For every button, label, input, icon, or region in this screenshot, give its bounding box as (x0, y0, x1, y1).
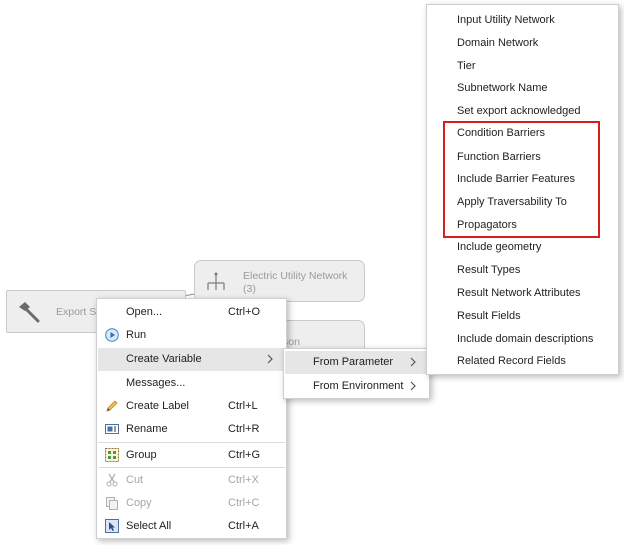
parameter-item[interactable]: Input Utility Network (457, 14, 555, 26)
chevron-right-icon (408, 356, 418, 368)
menu-item-create-variable[interactable]: Create Variable (98, 348, 285, 371)
menu-item-shortcut: Ctrl+G (228, 449, 261, 461)
parameter-item[interactable]: Subnetwork Name (457, 82, 548, 94)
menu-item-copy[interactable]: Copy Ctrl+C (98, 492, 285, 515)
chevron-right-icon (265, 353, 275, 365)
menu-item-rename[interactable]: Rename Ctrl+R (98, 418, 285, 441)
menu-item-shortcut: Ctrl+A (228, 520, 259, 532)
submenu-item-label: From Environment (313, 380, 404, 392)
parameter-item[interactable]: Related Record Fields (457, 355, 566, 367)
network-icon (205, 271, 227, 293)
menu-item-label: Copy (126, 497, 152, 509)
electric-utility-network-node[interactable]: Electric Utility Network (3) (194, 260, 365, 302)
parameter-item[interactable]: Include domain descriptions (457, 333, 593, 345)
menu-item-label: Select All (126, 520, 172, 532)
parameter-item[interactable]: Domain Network (457, 37, 538, 49)
network-node-title: Electric Utility Network (243, 270, 348, 282)
menu-item-run[interactable]: Run (98, 324, 285, 347)
menu-item-label: Open... (126, 306, 163, 318)
parameter-item[interactable]: Result Types (457, 264, 520, 276)
parameter-item[interactable]: Include geometry (457, 241, 541, 253)
menu-item-label: Run (126, 329, 147, 341)
barrier-parameters-highlight (443, 121, 600, 238)
hammer-icon (16, 300, 42, 324)
menu-item-group[interactable]: Group Ctrl+G (98, 444, 285, 467)
menu-separator (98, 442, 285, 443)
group-icon (105, 448, 119, 462)
menu-separator (98, 467, 285, 468)
menu-item-label: Create Label (126, 400, 189, 412)
submenu-item-from-parameter[interactable]: From Parameter (285, 351, 428, 374)
parameter-item[interactable]: Result Fields (457, 310, 521, 322)
submenu-item-from-environment[interactable]: From Environment (285, 375, 428, 398)
menu-item-label: Messages... (126, 377, 186, 389)
chevron-right-icon (408, 380, 418, 392)
menu-item-messages[interactable]: Messages... (98, 372, 285, 395)
submenu-item-label: From Parameter (313, 356, 394, 368)
copy-icon (105, 496, 119, 510)
menu-item-label: Cut (126, 474, 144, 486)
menu-item-shortcut: Ctrl+C (228, 497, 260, 509)
select-all-icon (105, 519, 119, 533)
parameter-item[interactable]: Result Network Attributes (457, 287, 581, 299)
rename-icon (105, 422, 119, 436)
menu-item-shortcut: Ctrl+X (228, 474, 259, 486)
menu-item-label: Rename (126, 423, 168, 435)
menu-item-label: Group (126, 449, 157, 461)
menu-item-shortcut: Ctrl+O (228, 306, 261, 318)
create-variable-submenu: From Parameter From Environment (283, 348, 430, 399)
network-node-count: (3) (243, 283, 256, 295)
run-icon (105, 328, 119, 342)
menu-item-open[interactable]: Open... Ctrl+O (98, 301, 285, 324)
scissors-icon (105, 473, 119, 487)
menu-item-cut[interactable]: Cut Ctrl+X (98, 469, 285, 492)
parameter-item[interactable]: Set export acknowledged (457, 105, 581, 117)
menu-item-create-label[interactable]: Create Label Ctrl+L (98, 395, 285, 418)
context-menu: Open... Ctrl+O Run Create Variable Messa… (96, 298, 287, 539)
menu-item-shortcut: Ctrl+L (228, 400, 258, 412)
menu-item-label: Create Variable (126, 353, 202, 365)
pencil-icon (105, 399, 119, 413)
menu-item-select-all[interactable]: Select All Ctrl+A (98, 515, 285, 538)
menu-item-shortcut: Ctrl+R (228, 423, 260, 435)
parameter-item[interactable]: Tier (457, 60, 476, 72)
